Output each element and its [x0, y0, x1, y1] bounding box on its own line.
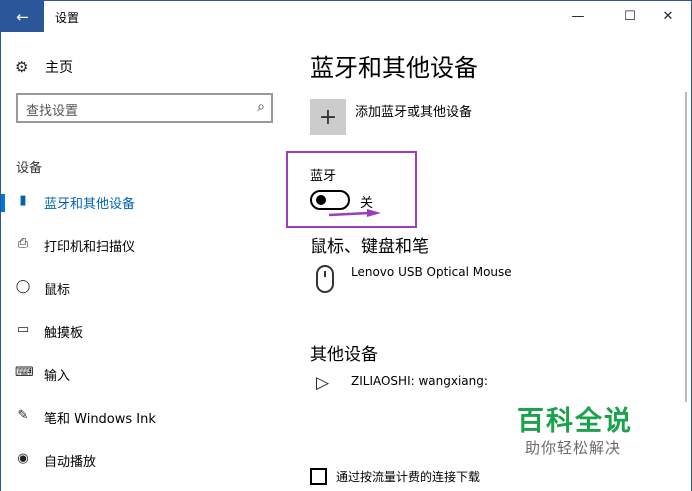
sidebar-item-label: 自动播放: [44, 455, 97, 470]
close-button[interactable]: ✕: [645, 1, 691, 32]
printer-icon: ⎙: [17, 236, 29, 251]
mouse-keyboard-pen-heading: 鼠标、键盘和笔: [310, 237, 429, 257]
sidebar-item-touchpad[interactable]: ▭ 触摸板: [1, 311, 289, 351]
search-input[interactable]: 查找设置: [26, 100, 78, 119]
sidebar-item-bluetooth[interactable]: ▮ 蓝牙和其他设备: [1, 182, 289, 222]
watermark-main-text: 百科全说: [517, 406, 633, 437]
search-icon[interactable]: ⌕: [257, 99, 265, 115]
page-title: 蓝牙和其他设备: [310, 54, 478, 82]
sidebar-item-pen[interactable]: ✎ 笔和 Windows Ink: [1, 397, 289, 437]
metered-checkbox[interactable]: [310, 468, 327, 485]
add-device-button[interactable]: + 添加蓝牙或其他设备: [310, 99, 472, 135]
minimize-button[interactable]: —: [555, 1, 601, 32]
sidebar-item-label: 输入: [44, 369, 71, 384]
minimize-icon: —: [571, 9, 585, 24]
settings-window: ← 设置 — ☐ ✕ ⚙ 主页 查找设置 ⌕ 设备 ▮ 蓝牙和其他设备 ⎙ 打印…: [0, 0, 692, 491]
add-device-label: 添加蓝牙或其他设备: [355, 105, 473, 120]
mouse-device-icon: [316, 265, 334, 293]
sidebar-item-typing[interactable]: ⌨ 输入: [1, 354, 289, 394]
sidebar-item-mouse[interactable]: ◯ 鼠标: [1, 268, 289, 308]
device-name: ZILIAOSHI: wangxiang:: [351, 374, 488, 388]
device-mouse[interactable]: Lenovo USB Optical Mouse: [310, 265, 690, 301]
sidebar-item-label: 蓝牙和其他设备: [44, 197, 136, 212]
sidebar-item-printers[interactable]: ⎙ 打印机和扫描仪: [1, 225, 289, 265]
sidebar-item-label: 笔和 Windows Ink: [44, 412, 156, 427]
pen-icon: ✎: [17, 408, 29, 423]
section-label-devices: 设备: [16, 161, 43, 176]
home-link[interactable]: ⚙ 主页: [15, 57, 73, 77]
device-name: Lenovo USB Optical Mouse: [351, 265, 512, 279]
window-title: 设置: [55, 11, 80, 25]
annotation-arrow-icon: [329, 209, 381, 217]
metered-download-option[interactable]: 通过按流量计费的连接下载: [310, 468, 480, 485]
back-arrow-icon: ←: [16, 7, 29, 26]
sidebar-item-label: 触摸板: [44, 326, 84, 341]
add-icon: +: [310, 99, 346, 135]
metered-checkbox-label: 通过按流量计费的连接下载: [336, 470, 481, 484]
mouse-icon: ◯: [15, 279, 31, 294]
back-button[interactable]: ←: [1, 1, 44, 32]
maximize-icon: ☐: [624, 9, 636, 24]
autoplay-icon: ◉: [17, 451, 29, 466]
title-bar: ← 设置 — ☐ ✕: [1, 1, 691, 32]
sidebar: ⚙ 主页 查找设置 ⌕ 设备 ▮ 蓝牙和其他设备 ⎙ 打印机和扫描仪 ◯ 鼠标 …: [1, 32, 289, 491]
media-device-icon: ▷: [316, 373, 330, 393]
gear-icon: ⚙: [15, 58, 29, 76]
bluetooth-title: 蓝牙: [310, 169, 337, 184]
bluetooth-toggle[interactable]: [310, 190, 350, 210]
sidebar-item-label: 鼠标: [44, 283, 71, 298]
bluetooth-devices-icon: ▮: [19, 193, 27, 208]
keyboard-icon: ⌨: [15, 365, 34, 380]
other-devices-heading: 其他设备: [310, 345, 378, 365]
toggle-knob: [316, 195, 326, 205]
watermark-sub-text: 助你轻松解决: [525, 439, 622, 457]
search-box[interactable]: 查找设置 ⌕: [16, 93, 273, 123]
scrollbar[interactable]: [685, 92, 687, 402]
touchpad-icon: ▭: [16, 322, 30, 337]
watermark: 百科全说 助你轻松解决: [511, 399, 651, 459]
sidebar-item-autoplay[interactable]: ◉ 自动播放: [1, 440, 289, 480]
active-indicator: [1, 194, 5, 212]
sidebar-item-label: 打印机和扫描仪: [44, 240, 136, 255]
close-icon: ✕: [662, 9, 674, 24]
home-label: 主页: [45, 60, 73, 76]
